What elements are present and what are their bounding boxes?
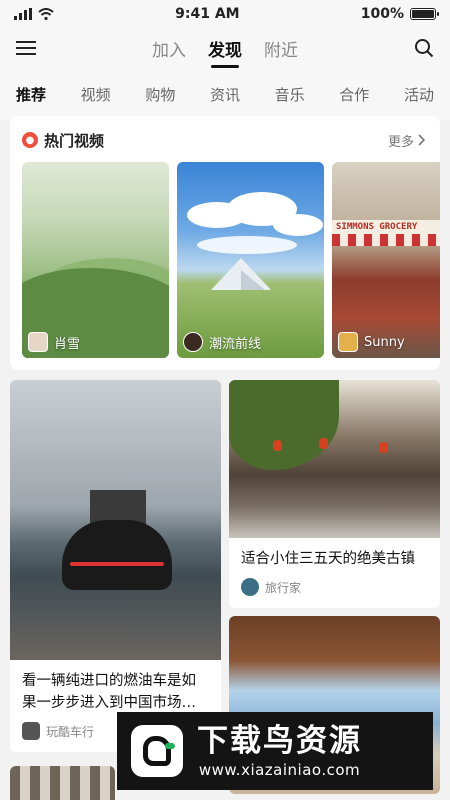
feed-image-town — [229, 380, 440, 538]
category-news[interactable]: 资讯 — [210, 84, 240, 105]
feed-image-partial[interactable] — [10, 766, 115, 800]
feed-card-body: 适合小住三五天的绝美古镇 旅行家 — [229, 538, 440, 608]
lantern-shape — [379, 442, 388, 453]
feed-card-title: 适合小住三五天的绝美古镇 — [241, 551, 415, 567]
hot-video-card[interactable]: 潮流前线 — [177, 162, 324, 358]
avatar — [241, 578, 259, 596]
category-recommend[interactable]: 推荐 — [16, 84, 46, 105]
battery-icon — [409, 8, 439, 20]
feed-card-title: 看一辆纯进口的燃油车是如果一步步进入到中国市场… — [22, 673, 196, 711]
watermark-url: www.xiazainiao.com — [198, 761, 361, 779]
avatar — [28, 332, 48, 352]
watermark-brand: 下载鸟资源 — [197, 723, 362, 759]
hot-videos-title: ● 热门视频 — [22, 130, 104, 151]
feed-card[interactable]: 适合小住三五天的绝美古镇 旅行家 — [229, 380, 440, 608]
tab-join[interactable]: 加入 — [152, 36, 186, 61]
cloud-shape — [273, 214, 323, 236]
video-author: Sunny — [338, 332, 405, 352]
hot-video-card[interactable]: SIMMONS GROCERY Sunny — [332, 162, 440, 358]
category-shopping[interactable]: 购物 — [145, 84, 175, 105]
battery-percent: 100% — [360, 6, 404, 22]
striped-awning — [332, 234, 440, 246]
signal-group — [14, 8, 54, 20]
video-author: 肖雪 — [28, 332, 80, 352]
watermark-banner: 下载鸟资源 www.xiazainiao.com — [117, 712, 433, 790]
lantern-shape — [319, 438, 328, 449]
menu-icon[interactable] — [16, 40, 36, 56]
feed-card-author[interactable]: 玩酷车行 — [46, 723, 94, 740]
grocery-sign: SIMMONS GROCERY — [332, 220, 440, 234]
author-name: 肖雪 — [54, 336, 81, 352]
category-tabs: 推荐 视频 购物 资讯 音乐 合作 活动 — [0, 68, 450, 120]
car-taillight — [70, 562, 164, 566]
hot-videos-row: 肖雪 潮流前线 SIMMONS GROCERY Sunny — [22, 162, 440, 358]
avatar — [338, 332, 358, 352]
tab-discover[interactable]: 发现 — [208, 36, 242, 61]
cellular-signal-icon — [14, 8, 32, 20]
watermark-text: 下载鸟资源 www.xiazainiao.com — [197, 723, 362, 779]
avatar — [183, 332, 203, 352]
tent-shadow — [241, 270, 265, 290]
lantern-shape — [273, 440, 282, 451]
feed-card-meta: 旅行家 — [241, 578, 428, 596]
more-label: 更多 — [387, 134, 414, 150]
category-video[interactable]: 视频 — [81, 84, 111, 105]
tab-nearby[interactable]: 附近 — [264, 36, 298, 61]
wifi-icon — [38, 8, 54, 20]
hot-video-card[interactable]: 肖雪 — [22, 162, 169, 358]
author-name: 潮流前线 — [209, 336, 262, 352]
top-nav: 加入 发现 附近 — [0, 28, 450, 68]
category-music[interactable]: 音乐 — [275, 84, 305, 105]
car-shape — [62, 520, 172, 590]
hot-videos-section: ● 热门视频 更多 肖雪 潮流前线 SIMMONS GROCERY Sunny — [10, 116, 440, 370]
battery-group: 100% — [360, 6, 439, 22]
status-bar: 9:41 AM 100% — [0, 0, 450, 28]
avatar — [22, 722, 40, 740]
chevron-right-icon — [418, 134, 426, 146]
tree-shape — [229, 380, 339, 470]
feed-image-car — [10, 380, 221, 660]
clock: 9:41 AM — [175, 6, 240, 22]
ferry-shape — [90, 490, 146, 524]
fire-icon: ● — [22, 132, 38, 148]
feed-card-author[interactable]: 旅行家 — [265, 579, 301, 596]
author-name: Sunny — [364, 334, 405, 350]
category-activity[interactable]: 活动 — [404, 84, 434, 105]
search-icon[interactable] — [414, 38, 434, 58]
nav-tabs: 加入 发现 附近 — [152, 36, 298, 61]
video-author: 潮流前线 — [183, 332, 261, 352]
more-link[interactable]: 更多 — [388, 131, 426, 150]
hot-videos-header: ● 热门视频 更多 — [22, 128, 440, 152]
category-cooperation[interactable]: 合作 — [339, 84, 369, 105]
feed-card[interactable]: 看一辆纯进口的燃油车是如果一步步进入到中国市场… 玩酷车行 — [10, 380, 221, 752]
hot-videos-title-text: 热门视频 — [44, 131, 105, 150]
bird-logo-icon — [131, 725, 183, 777]
cloud-shape — [197, 236, 297, 254]
